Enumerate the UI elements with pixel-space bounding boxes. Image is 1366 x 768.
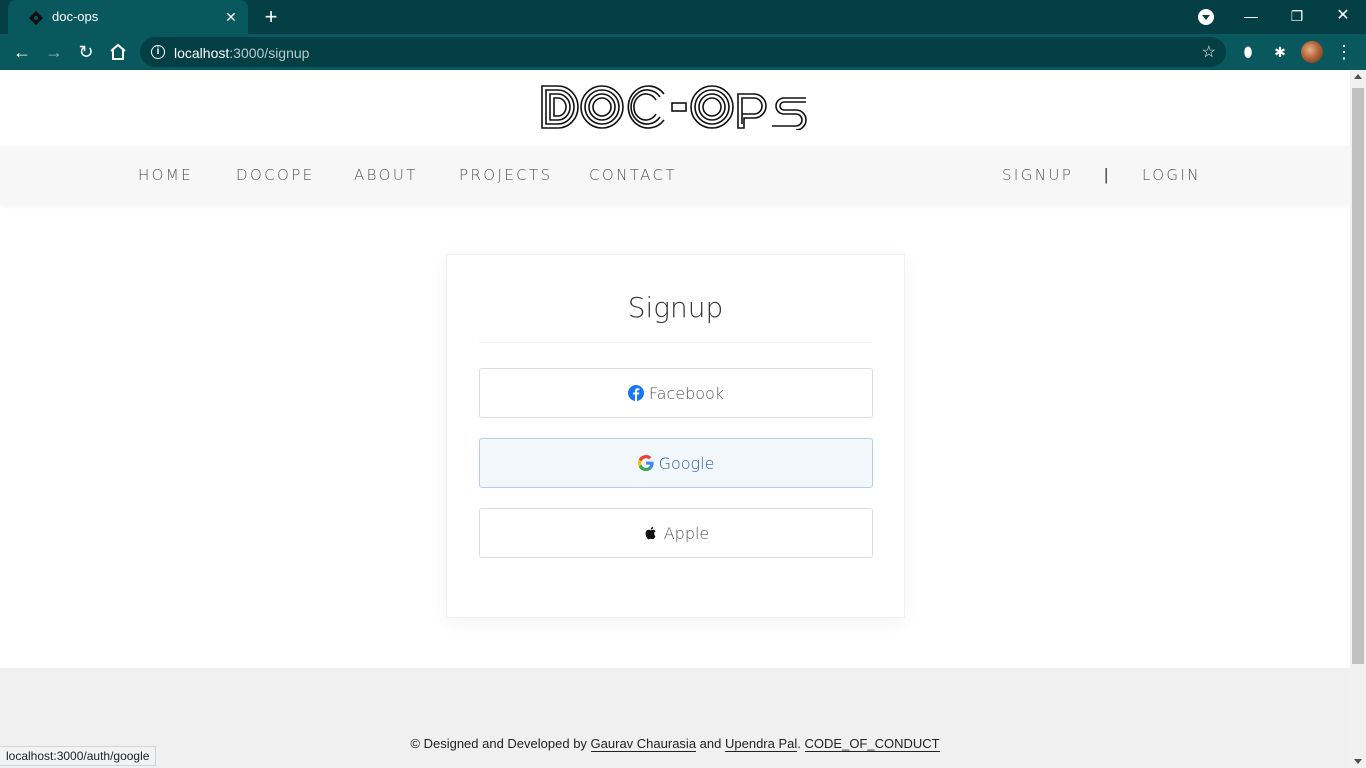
close-icon[interactable]: ✕	[222, 8, 240, 26]
scroll-thumb[interactable]	[1352, 88, 1364, 664]
scrollbar[interactable]	[1350, 70, 1366, 768]
address-bar[interactable]: i localhost:3000/signup ☆	[140, 37, 1226, 67]
browser-tab[interactable]: doc-ops ✕	[8, 0, 248, 34]
nav-contact[interactable]: CONTACT	[589, 166, 677, 184]
back-icon[interactable]: ←	[10, 40, 34, 64]
facebook-label: Facebook	[648, 383, 725, 403]
site-logo[interactable]	[540, 84, 810, 130]
extensions-icon[interactable]: ✱	[1270, 42, 1290, 62]
nav-separator: |	[1104, 165, 1109, 184]
info-icon[interactable]: i	[151, 45, 165, 59]
page-content: HOME DOCOPE ABOUT PROJECTS CONTACT SIGNU…	[0, 70, 1350, 768]
plus-icon[interactable]: +	[260, 6, 282, 28]
scroll-up-icon[interactable]	[1354, 74, 1362, 79]
avatar[interactable]	[1301, 41, 1323, 63]
apple-label: Apple	[663, 523, 710, 543]
favicon-icon	[28, 10, 44, 26]
tab-search-icon[interactable]	[1198, 9, 1214, 25]
scroll-down-icon[interactable]	[1354, 759, 1362, 764]
browser-toolbar: ← → ↻ i localhost:3000/signup ☆ ⬮ ✱	[0, 34, 1366, 70]
footer: © Designed and Developed by Gaurav Chaur…	[0, 668, 1350, 768]
tab-title: doc-ops	[52, 9, 99, 24]
restore-icon[interactable]: ❐	[1274, 0, 1320, 34]
signup-card: Signup Facebook Google Apple	[446, 254, 905, 618]
menu-icon[interactable]: ⋮	[1334, 42, 1354, 62]
nav-docope[interactable]: DOCOPE	[236, 166, 315, 184]
url-text[interactable]: localhost:3000/signup	[174, 45, 309, 61]
divider	[479, 342, 872, 343]
apple-icon	[645, 526, 656, 540]
code-of-conduct-link[interactable]: CODE_OF_CONDUCT	[804, 736, 940, 752]
nav-about[interactable]: ABOUT	[354, 166, 418, 184]
home-icon[interactable]	[106, 40, 130, 64]
forward-icon[interactable]: →	[42, 40, 66, 64]
status-bar-url: localhost:3000/auth/google	[0, 746, 157, 766]
page-title: Signup	[627, 291, 724, 324]
facebook-signup-button[interactable]: Facebook	[479, 368, 873, 418]
nav-home[interactable]: HOME	[138, 166, 193, 184]
google-icon	[637, 455, 654, 471]
nav-login[interactable]: LOGIN	[1142, 166, 1201, 184]
minimize-icon[interactable]: —	[1228, 0, 1274, 34]
main-navbar: HOME DOCOPE ABOUT PROJECTS CONTACT SIGNU…	[0, 146, 1350, 204]
author-link-1[interactable]: Gaurav Chaurasia	[590, 736, 697, 752]
extension-icon[interactable]: ⬮	[1238, 42, 1258, 62]
browser-tab-bar: doc-ops ✕ + — ❐ ✕	[0, 0, 1366, 34]
apple-signup-button[interactable]: Apple	[479, 508, 873, 558]
window-close-icon[interactable]: ✕	[1320, 0, 1366, 34]
facebook-icon	[627, 385, 644, 401]
google-label: Google	[658, 453, 715, 473]
star-icon[interactable]: ☆	[1202, 42, 1216, 62]
author-link-2[interactable]: Upendra Pal	[725, 736, 798, 752]
footer-credits: © Designed and Developed by Gaurav Chaur…	[410, 736, 940, 752]
nav-signup[interactable]: SIGNUP	[1002, 166, 1073, 184]
google-signup-button[interactable]: Google	[479, 438, 873, 488]
nav-projects[interactable]: PROJECTS	[459, 166, 553, 184]
reload-icon[interactable]: ↻	[74, 40, 98, 64]
